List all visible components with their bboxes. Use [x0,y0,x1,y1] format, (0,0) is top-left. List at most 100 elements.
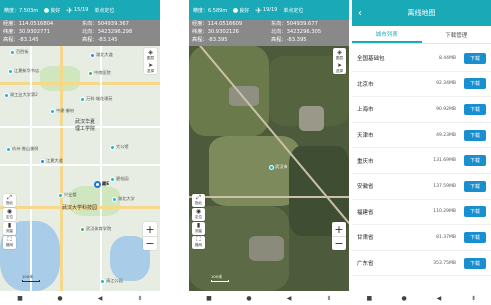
compass-button[interactable]: ⤢ 指北 [192,194,205,207]
poi-marker[interactable]: 碧桂园 [110,176,129,182]
home-icon[interactable]: ● [54,295,66,302]
download-button[interactable]: 下载 [464,257,486,269]
package-size: 81.37MB [436,234,456,240]
page-title: 离线地图 [407,9,436,17]
building-patch [299,106,324,131]
tab-download-manager[interactable]: 下载管理 [422,26,491,43]
system-nav-bar: ■ ● ◀ ⇟ [189,291,349,305]
home-icon[interactable]: ● [398,295,410,302]
latitude-text: 纬度：30.9302771 [3,29,50,35]
download-button[interactable]: 下载 [464,78,486,90]
map-left-tools: ⤢ 指北 ◉ 定位 ▮ 测量 ⛶ 格网 [192,194,205,249]
map-top-controls: ◈ 图层 ➤ 选择 [333,48,346,74]
zoom-in-button[interactable]: + [143,222,157,236]
zoom-controls: + − [143,222,157,250]
expand-icon[interactable]: ⇟ [134,295,146,302]
city-list: 全国基础包 8.44MB 下载 北京市 92.34MB 下载 上海市 90.92MB 下载 天津市… [352,46,491,277]
home-icon[interactable]: ● [243,295,255,302]
poi-marker[interactable]: 武汉市 [269,164,288,170]
download-button[interactable]: 下载 [464,129,486,141]
road [189,196,349,198]
east-text: 东向：504939.677 [271,21,318,27]
poi-marker[interactable]: 中建·御府 [50,108,74,114]
back-icon[interactable]: ◀ [283,295,295,302]
package-size: 8.44MB [439,55,456,61]
poi-marker[interactable]: 兴业楼 [58,192,77,198]
package-size: 92.34MB [436,81,456,87]
satellite-icon: ✈ [255,5,262,15]
city-name: 甘肃省 [357,235,374,242]
poi-marker[interactable]: 中南医院 [88,70,111,76]
poi-marker[interactable]: 大公馆 [110,144,129,150]
back-arrow-icon[interactable]: ‹ [352,8,368,19]
select-button[interactable]: ➤ 选择 [333,61,346,74]
download-button[interactable]: 下载 [464,231,486,243]
poi-marker[interactable]: 清江公园 [100,278,123,284]
city-row: 广东省 353.75MB 下载 [352,251,491,277]
satellite-map[interactable]: 武汉市 ◈ 图层 ➤ 选择 ⤢ 指北 ◉ 定位 ▮ 测量 ⛶ 格网 + − 100米 [189,46,349,291]
city-row: 北京市 92.34MB 下载 [352,72,491,98]
building-patch [249,236,284,261]
east-text: 东向：504939.367 [82,21,129,27]
back-icon[interactable]: ◀ [94,295,106,302]
city-row: 安徽省 137.59MB 下载 [352,174,491,200]
poi-marker[interactable]: 湖北大道 [90,52,113,58]
area-label: 武汉大学科技园 [62,205,98,211]
poi-marker[interactable]: 百胜街 [10,49,29,55]
satellite-icon: ✈ [66,5,73,15]
altitude-text: 高程：-83.395 [271,37,307,43]
expand-icon[interactable]: ⇟ [468,295,480,302]
locate-button[interactable]: ◉ 定位 [3,208,16,221]
poi-marker[interactable]: 江夏大道 [40,158,63,164]
recents-icon[interactable]: ■ [14,295,26,302]
height-text: 高程：-83.145 [3,37,39,43]
select-button[interactable]: ➤ 选择 [144,61,157,74]
download-button[interactable]: 下载 [464,103,486,115]
city-row: 重庆市 131.69MB 下载 [352,148,491,174]
city-name: 安徽省 [357,184,374,191]
poi-marker[interactable]: 武汉体育学院 [80,226,111,232]
satellite-count: 15/19 [73,7,89,13]
coordinate-panel: 经度：114.0516804 东向：504939.367 纬度：30.93027… [0,20,160,46]
poi-marker[interactable]: 万科·城花璟苑 [80,96,112,102]
package-size: 110.29MB [433,209,456,215]
download-button[interactable]: 下载 [464,206,486,218]
download-button[interactable]: 下载 [464,155,486,167]
system-nav-bar: ■ ● ◀ ⇟ [0,291,160,305]
tab-city-list[interactable]: 城市列表 [352,26,422,43]
recents-icon[interactable]: ■ [363,295,375,302]
layer-button[interactable]: ◈ 图层 [333,48,346,61]
compass-button[interactable]: ⤢ 指北 [3,194,16,207]
recents-icon[interactable]: ■ [203,295,215,302]
city-name: 天津市 [357,133,374,140]
offline-map-tabs: 城市列表 下载管理 [352,26,491,44]
fix-status-icon [44,7,50,13]
zoom-out-button[interactable]: − [332,236,346,250]
longitude-text: 经度：114.0516609 [192,21,243,27]
poi-marker[interactable]: 湖北大学 [112,196,135,202]
street-map[interactable]: 百胜街 湖北大道 江夏新华书店 中南医院 湖工业大学第2 万科·城花璟苑 中建·… [0,46,160,291]
expand-icon[interactable]: ⇟ [323,295,335,302]
locate-button[interactable]: ◉ 定位 [192,208,205,221]
height-text: 高程：-83.395 [192,37,228,43]
offline-map-header: ‹ 离线地图 [352,0,491,26]
zoom-out-button[interactable]: − [143,236,157,250]
layer-button[interactable]: ◈ 图层 [144,48,157,61]
road [60,46,63,291]
package-size: 49.23MB [436,132,456,138]
measure-button[interactable]: ▮ 测量 [192,222,205,235]
poi-marker[interactable]: 玖州·香山美树 [6,146,38,152]
back-icon[interactable]: ◀ [433,295,445,302]
fix-status-text: 良好 [239,7,250,14]
zoom-in-button[interactable]: + [332,222,346,236]
grid-button[interactable]: ⛶ 格网 [192,236,205,249]
system-nav-bar: ■ ● ◀ ⇟ [352,291,491,305]
package-size: 137.59MB [433,183,456,189]
grid-button[interactable]: ⛶ 格网 [3,236,16,249]
download-button[interactable]: 下载 [464,180,486,192]
city-name: 上海市 [357,107,374,114]
measure-button[interactable]: ▮ 测量 [3,222,16,235]
download-button[interactable]: 下载 [464,52,486,64]
poi-marker[interactable]: 湖工业大学第2 [4,92,38,98]
poi-marker[interactable]: 江夏新华书店 [8,68,39,74]
